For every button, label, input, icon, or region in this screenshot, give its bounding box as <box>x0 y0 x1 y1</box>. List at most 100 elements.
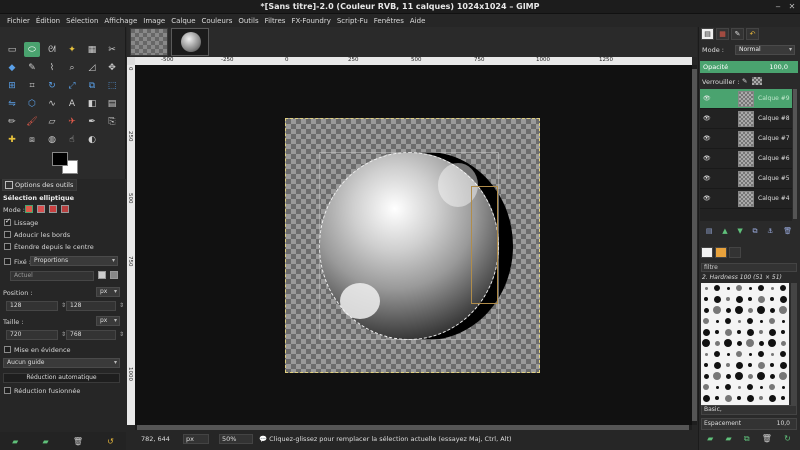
brush-sample[interactable] <box>759 330 763 334</box>
brush-sample[interactable] <box>746 339 754 347</box>
delete-brush-icon[interactable]: 🗑 <box>762 434 772 444</box>
feather-checkbox[interactable] <box>4 231 11 238</box>
brush-sample[interactable] <box>737 319 741 323</box>
perspective-clone-tool[interactable]: ⧈ <box>24 132 40 147</box>
brush-sample[interactable] <box>779 372 787 380</box>
brush-sample[interactable] <box>714 340 720 346</box>
duplicate-layer-icon[interactable]: ⧉ <box>752 227 757 236</box>
brush-sample[interactable] <box>779 361 787 369</box>
warp-tool[interactable]: ∿ <box>44 96 60 111</box>
layer-row[interactable]: 👁 Calque #6 <box>700 149 792 169</box>
menu-couleurs[interactable]: Couleurs <box>199 17 236 25</box>
vertical-scrollbar[interactable] <box>692 65 697 425</box>
brush-sample[interactable] <box>758 351 764 357</box>
brush-sample[interactable] <box>769 318 775 324</box>
brush-filter-field[interactable]: filtre <box>701 263 797 272</box>
foreground-color-swatch[interactable] <box>52 152 68 166</box>
brush-sample[interactable] <box>769 384 775 390</box>
brush-sample[interactable] <box>759 319 763 323</box>
rotate-tool[interactable]: ↻ <box>44 78 60 93</box>
anchor-layer-icon[interactable]: ⚓ <box>767 227 773 236</box>
visibility-eye-icon[interactable]: 👁 <box>703 115 711 122</box>
brush-sample[interactable] <box>724 394 732 402</box>
layer-row[interactable]: 👁 Calque #9 <box>700 89 792 109</box>
brush-sample[interactable] <box>747 384 753 390</box>
color-picker-tool[interactable]: ⌇ <box>44 60 60 75</box>
brush-sample[interactable] <box>748 352 752 356</box>
paintbrush-tool[interactable]: 🖌 <box>24 114 40 129</box>
menu-filtres[interactable]: Filtres <box>262 17 289 25</box>
flip-tool[interactable]: ⇋ <box>4 96 20 111</box>
fuzzy-select-tool[interactable]: ✦ <box>64 42 80 57</box>
brush-sample[interactable] <box>748 286 752 290</box>
brush-sample[interactable] <box>703 384 709 390</box>
portrait-icon[interactable] <box>98 271 106 279</box>
blend-tool[interactable]: ▤ <box>104 96 120 111</box>
duplicate-brush-icon[interactable]: ⧉ <box>744 434 750 444</box>
refresh-brushes-icon[interactable]: ↻ <box>784 434 791 444</box>
bucket-fill-tool[interactable]: ◧ <box>84 96 100 111</box>
brush-sample[interactable] <box>714 285 720 291</box>
brush-sample[interactable] <box>704 363 708 367</box>
brush-sample[interactable] <box>737 330 741 334</box>
eraser-tool[interactable]: ▱ <box>44 114 60 129</box>
tab-gradients[interactable] <box>729 247 741 258</box>
expand-center-checkbox[interactable] <box>4 243 11 250</box>
zoom-tool[interactable]: ⌕ <box>64 60 80 75</box>
brush-sample[interactable] <box>781 319 785 323</box>
image-canvas[interactable] <box>285 118 540 373</box>
tab-paths[interactable]: ✎ <box>731 28 744 40</box>
mode-subtract-icon[interactable] <box>49 205 57 213</box>
blur-tool[interactable]: ◍ <box>44 132 60 147</box>
brush-sample[interactable] <box>702 339 710 347</box>
brush-sample[interactable] <box>769 373 775 379</box>
brush-sample[interactable] <box>702 328 710 336</box>
zoom-selector[interactable]: 50% <box>219 434 253 444</box>
smudge-tool[interactable]: ☝ <box>64 132 80 147</box>
brush-sample[interactable] <box>726 352 730 356</box>
reset-options-icon[interactable]: ↺ <box>107 437 114 446</box>
brush-sample[interactable] <box>724 328 732 336</box>
brush-sample[interactable] <box>713 295 721 303</box>
color-select-tool[interactable]: ▦ <box>84 42 100 57</box>
brush-sample[interactable] <box>768 394 776 402</box>
brush-sample[interactable] <box>715 385 719 389</box>
brush-sample[interactable] <box>735 372 743 380</box>
image-tab-2[interactable] <box>171 28 209 56</box>
opacity-slider[interactable]: Opacité 100,0 <box>700 61 798 73</box>
brush-sample[interactable] <box>747 318 753 324</box>
brush-sample[interactable] <box>702 394 710 402</box>
brush-sample[interactable] <box>735 295 743 303</box>
brush-sample[interactable] <box>780 340 786 346</box>
menu-fx-foundry[interactable]: FX-Foundry <box>288 17 333 25</box>
brush-sample[interactable] <box>770 286 774 290</box>
mode-intersect-icon[interactable] <box>61 205 69 213</box>
restore-options-icon[interactable]: ▰ <box>42 437 48 446</box>
brush-sample[interactable] <box>715 319 719 323</box>
position-y-field[interactable]: 128 <box>66 301 124 311</box>
mode-replace-icon[interactable] <box>25 205 33 213</box>
brush-sample[interactable] <box>726 297 730 301</box>
brush-sample[interactable] <box>726 363 730 367</box>
brush-sample[interactable] <box>748 297 752 301</box>
brush-sample[interactable] <box>736 351 742 357</box>
brush-sample[interactable] <box>780 351 786 357</box>
layer-row[interactable]: 👁 Calque #4 <box>700 189 792 209</box>
brush-sample[interactable] <box>769 307 775 313</box>
brush-sample[interactable] <box>713 372 721 380</box>
menu-image[interactable]: Image <box>140 17 168 25</box>
scrollbar-thumb[interactable] <box>692 69 697 421</box>
brush-sample[interactable] <box>757 372 765 380</box>
lower-layer-icon[interactable]: ▼ <box>737 227 742 236</box>
text-tool[interactable]: A <box>64 96 80 111</box>
brush-sample[interactable] <box>757 361 765 369</box>
align-tool[interactable]: ⊞ <box>4 78 20 93</box>
brush-sample[interactable] <box>703 373 709 379</box>
brush-sample[interactable] <box>746 328 754 336</box>
brush-sample[interactable] <box>736 285 742 291</box>
foreground-select-tool[interactable]: ◆ <box>4 60 20 75</box>
visibility-eye-icon[interactable]: 👁 <box>703 135 711 142</box>
brush-sample[interactable] <box>713 306 721 314</box>
visibility-eye-icon[interactable]: 👁 <box>703 195 711 202</box>
ruler-top[interactable]: -500 -250 0 250 500 750 1000 1250 <box>135 57 692 65</box>
